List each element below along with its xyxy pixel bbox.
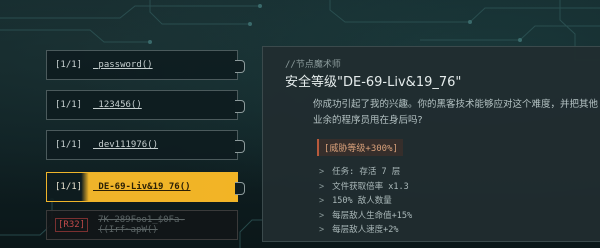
modifier-item: >150% 敌人数量 xyxy=(319,194,412,209)
npc-name: //节点魔术师 xyxy=(285,60,341,70)
option-command: 7K-289Foo1_$0Fa-((Irf~apW() xyxy=(98,215,185,235)
modifier-item: > 每层敌人生命值+15% xyxy=(319,209,412,224)
option-locked[interactable]: [R32] 7K-289Foo1_$0Fa-((Irf~apW() xyxy=(46,210,238,240)
dialog-message: 你成功引起了我的兴趣。你的黑客技术能够应对这个难度，并把其他业余的程序员甩在身后… xyxy=(313,99,599,126)
chevron-right-icon: > xyxy=(319,196,325,206)
option-tag: [1/1] xyxy=(55,182,83,192)
option-password[interactable]: [1/1] _password() xyxy=(46,50,245,80)
option-tag: [1/1] xyxy=(55,60,83,70)
connector-port-icon xyxy=(235,100,245,113)
option-selected-password[interactable]: [1/1] _DE-69-Liv&19_76() xyxy=(46,172,245,202)
modifier-item: > 任务: 存活 7 层 xyxy=(319,165,412,180)
threat-level-badge: [威胁等级+300%] xyxy=(317,139,403,156)
dialog-panel: //节点魔术师 安全等级"DE-69-Liv&19_76" 你成功引起了我的兴趣… xyxy=(262,46,600,242)
connector-port-icon xyxy=(235,140,245,153)
modifier-text: 每层敌人生命值+15% xyxy=(332,210,413,221)
modifier-list: > 任务: 存活 7 层 > 文件获取倍率 x1.3 >150% 敌人数量 > 每层敌… xyxy=(319,165,412,238)
option-command: _DE-69-Liv&19_76() xyxy=(93,182,191,192)
option-command: _password() xyxy=(93,60,153,70)
option-dev111976[interactable]: [1/1] _dev111976() xyxy=(46,130,245,160)
modifier-text: 150% 敌人数量 xyxy=(332,196,392,206)
modifier-item: > 每层敌人速度+2% xyxy=(319,223,412,238)
option-command: _dev111976() xyxy=(93,140,159,150)
modifier-item: > 文件获取倍率 x1.3 xyxy=(319,180,412,195)
modifier-text: 每层敌人速度+2% xyxy=(332,225,399,235)
chevron-right-icon: > xyxy=(319,181,325,192)
connector-port-icon xyxy=(235,60,245,73)
option-locked-tag: [R32] xyxy=(55,218,89,232)
option-tag: [1/1] xyxy=(55,140,83,150)
modifier-text: 任务: 存活 7 层 xyxy=(332,167,401,177)
chevron-right-icon: > xyxy=(319,225,325,235)
connector-port-icon xyxy=(235,182,245,195)
chevron-right-icon: > xyxy=(319,167,325,177)
modifier-text: 文件获取倍率 x1.3 xyxy=(332,181,409,192)
chevron-right-icon: > xyxy=(319,210,325,221)
security-level-title: 安全等级"DE-69-Liv&19_76" xyxy=(285,75,462,90)
option-command: _123456() xyxy=(93,100,142,110)
option-123456[interactable]: [1/1] _123456() xyxy=(46,90,245,120)
option-tag: [1/1] xyxy=(55,100,83,110)
